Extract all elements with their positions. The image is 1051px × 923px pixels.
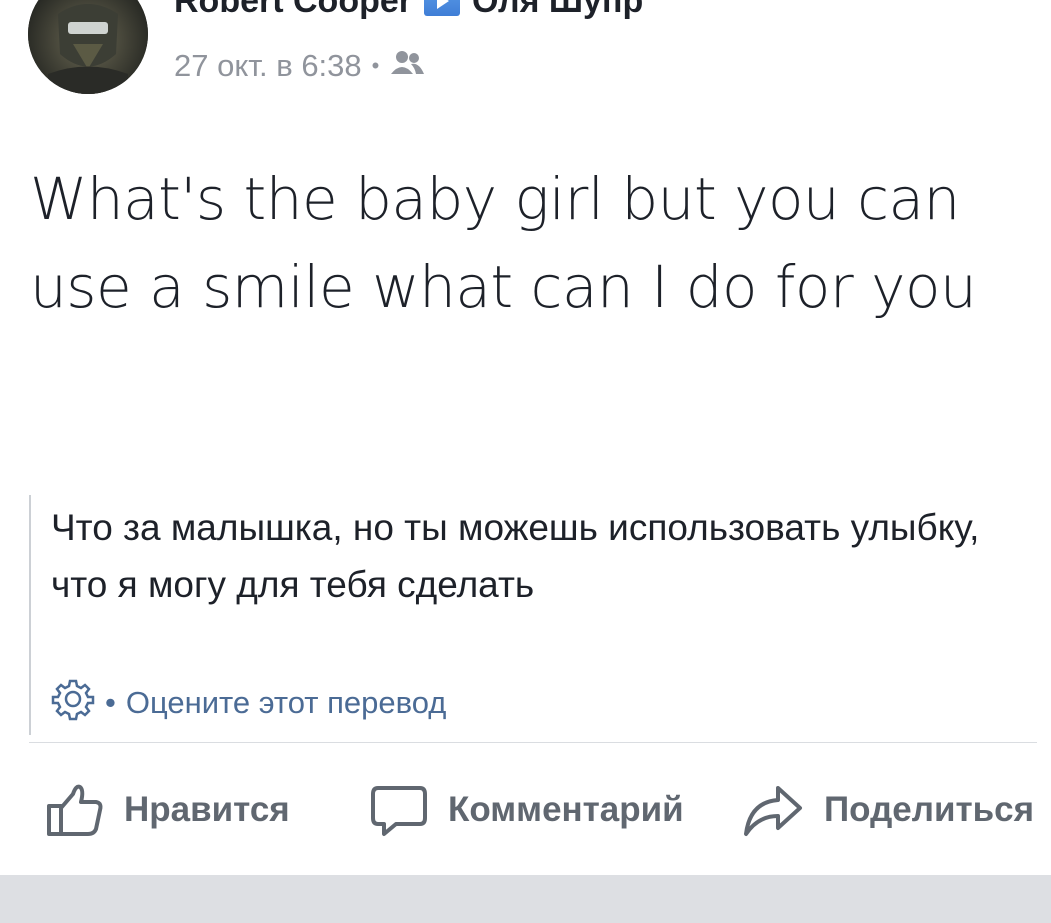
friends-icon[interactable] <box>389 48 425 84</box>
rate-translation-row: • Оцените этот перевод <box>51 679 447 725</box>
share-icon <box>744 786 802 836</box>
post-card: Robert Cooper Оля Шупр 27 окт. в 6:38 • … <box>0 0 1051 875</box>
gear-icon[interactable] <box>51 677 95 729</box>
rate-translation-link[interactable]: Оцените этот перевод <box>126 685 447 721</box>
author-line: Robert Cooper Оля Шупр <box>174 0 643 24</box>
comment-button[interactable]: Комментарий <box>370 770 684 850</box>
comment-label: Комментарий <box>448 790 684 829</box>
divider <box>29 742 1037 743</box>
meta-separator: • <box>371 53 380 78</box>
thumbs-up-icon <box>47 784 103 836</box>
comment-icon <box>371 786 427 836</box>
action-bar: Нравится Комментарий Поделиться <box>0 770 1051 850</box>
avatar[interactable] <box>28 0 148 94</box>
author-name[interactable]: Robert Cooper <box>174 0 412 21</box>
share-button[interactable]: Поделиться <box>742 770 1034 850</box>
like-label: Нравится <box>124 790 290 829</box>
like-button[interactable]: Нравится <box>46 770 290 850</box>
share-label: Поделиться <box>824 790 1035 829</box>
translation-text: Что за малышка, но ты можешь использоват… <box>51 507 980 605</box>
arrow-right-icon <box>424 0 460 16</box>
recipient-name[interactable]: Оля Шупр <box>472 0 643 21</box>
feed-separator <box>0 875 1051 923</box>
rate-separator: • <box>105 685 116 720</box>
post-timestamp[interactable]: 27 окт. в 6:38 <box>174 48 362 84</box>
post-text: What's the baby girl but you can use a s… <box>30 165 977 321</box>
translation-block: Что за малышка, но ты можешь использоват… <box>29 495 1039 735</box>
post-meta: 27 окт. в 6:38 • <box>174 46 425 86</box>
